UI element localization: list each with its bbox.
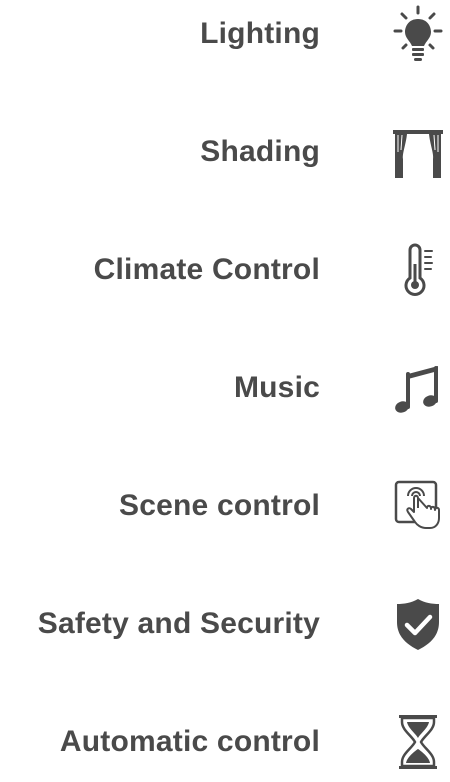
menu-label-climate-control: Climate Control [93, 253, 320, 286]
shield-check-icon [388, 584, 448, 664]
menu-item-music[interactable]: Music [0, 348, 450, 428]
menu-item-shading[interactable]: Shading [0, 112, 450, 192]
menu-item-climate-control[interactable]: Climate Control [0, 230, 450, 310]
feature-menu: Lighting Shading Climate Control Music S… [0, 0, 450, 770]
touch-panel-icon [388, 466, 448, 546]
curtain-icon [388, 112, 448, 192]
menu-item-automatic-control[interactable]: Automatic control [0, 702, 450, 782]
music-note-icon [388, 348, 448, 428]
menu-label-lighting: Lighting [200, 17, 320, 50]
menu-label-scene-control: Scene control [119, 489, 320, 522]
lightbulb-icon [388, 0, 448, 74]
menu-item-safety-and-security[interactable]: Safety and Security [0, 584, 450, 664]
menu-label-automatic-control: Automatic control [59, 725, 320, 758]
menu-item-lighting[interactable]: Lighting [0, 0, 450, 74]
menu-label-music: Music [233, 371, 320, 404]
menu-item-scene-control[interactable]: Scene control [0, 466, 450, 546]
thermometer-icon [388, 230, 448, 310]
hourglass-icon [388, 702, 448, 782]
menu-label-shading: Shading [200, 135, 320, 168]
menu-label-safety-and-security: Safety and Security [37, 607, 320, 640]
